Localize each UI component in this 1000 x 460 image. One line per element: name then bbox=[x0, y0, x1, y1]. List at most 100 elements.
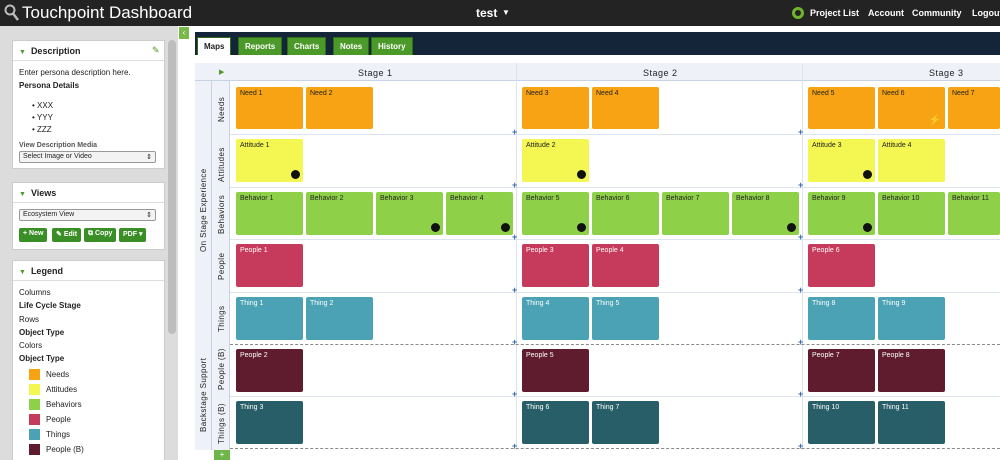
add-card-icon[interactable]: + bbox=[798, 389, 803, 399]
card-label: Behavior 4 bbox=[450, 195, 484, 202]
card-need[interactable]: Need 2 bbox=[306, 87, 373, 129]
add-card-icon[interactable]: + bbox=[798, 127, 803, 137]
add-card-icon[interactable]: + bbox=[798, 441, 803, 451]
nav-account[interactable]: Account bbox=[868, 8, 904, 18]
card-need[interactable]: Need 7 bbox=[948, 87, 1000, 129]
card-behavior[interactable]: Behavior 9 bbox=[808, 192, 875, 235]
card-label: Behavior 5 bbox=[526, 195, 560, 202]
card-people-b[interactable]: People 2 bbox=[236, 349, 303, 392]
card-attitude[interactable]: Attitude 4 bbox=[878, 139, 945, 182]
triangle-right-icon[interactable]: ▶ bbox=[219, 68, 224, 76]
card-behavior[interactable]: Behavior 6 bbox=[592, 192, 659, 235]
row-label: Things (B) bbox=[217, 403, 226, 444]
tab-charts[interactable]: Charts bbox=[287, 37, 327, 55]
card-people-b[interactable]: People 5 bbox=[522, 349, 589, 392]
project-name-dropdown[interactable]: test bbox=[476, 6, 497, 20]
media-select[interactable]: Select Image or Video ⇕ bbox=[19, 151, 156, 163]
add-card-icon[interactable]: + bbox=[512, 441, 517, 451]
row-divider bbox=[230, 187, 1000, 188]
card-thing[interactable]: Thing 4 bbox=[522, 297, 589, 340]
stage-header: Stage 1 bbox=[358, 68, 393, 78]
card-thing[interactable]: Thing 5 bbox=[592, 297, 659, 340]
add-card-icon[interactable]: + bbox=[798, 285, 803, 295]
card-thing[interactable]: Thing 1 bbox=[236, 297, 303, 340]
add-card-icon[interactable]: + bbox=[512, 180, 517, 190]
pencil-icon[interactable]: ✎ bbox=[152, 45, 160, 56]
caret-down-icon[interactable]: ▼ bbox=[502, 8, 510, 17]
card-thing[interactable]: Thing 8 bbox=[808, 297, 875, 340]
persona-details-heading: Persona Details bbox=[19, 81, 80, 90]
card-behavior[interactable]: Behavior 5 bbox=[522, 192, 589, 235]
card-attitude[interactable]: Attitude 2 bbox=[522, 139, 589, 182]
card-thing-b[interactable]: Thing 11 bbox=[878, 401, 945, 444]
card-label: Thing 9 bbox=[882, 300, 906, 307]
card-need[interactable]: Need 4 bbox=[592, 87, 659, 129]
stage-header: Stage 2 bbox=[643, 68, 678, 78]
tab-maps[interactable]: Maps bbox=[197, 37, 232, 55]
gear-icon[interactable] bbox=[792, 7, 804, 19]
card-people[interactable]: People 3 bbox=[522, 244, 589, 287]
copy-view-button[interactable]: ⧉ Copy bbox=[84, 228, 117, 242]
card-thing-b[interactable]: Thing 7 bbox=[592, 401, 659, 444]
card-thing[interactable]: Thing 2 bbox=[306, 297, 373, 340]
nav-logout[interactable]: Logout bbox=[972, 8, 1000, 18]
add-card-icon[interactable]: + bbox=[512, 389, 517, 399]
chevron-left-icon[interactable]: ‹ bbox=[179, 27, 189, 39]
edit-view-button[interactable]: ✎ Edit bbox=[52, 228, 82, 242]
card-thing[interactable]: Thing 9 bbox=[878, 297, 945, 340]
group-label: Backstage Support bbox=[199, 357, 208, 432]
card-thing-b[interactable]: Thing 6 bbox=[522, 401, 589, 444]
card-thing-b[interactable]: Thing 10 bbox=[808, 401, 875, 444]
card-label: Attitude 2 bbox=[526, 142, 556, 149]
add-card-icon[interactable]: + bbox=[512, 127, 517, 137]
card-behavior[interactable]: Behavior 7 bbox=[662, 192, 729, 235]
card-label: Attitude 1 bbox=[240, 142, 270, 149]
logo-magnifier-icon bbox=[4, 4, 19, 21]
card-attitude[interactable]: Attitude 3 bbox=[808, 139, 875, 182]
card-behavior[interactable]: Behavior 3 bbox=[376, 192, 443, 235]
tab-reports[interactable]: Reports bbox=[238, 37, 283, 55]
card-attitude[interactable]: Attitude 1 bbox=[236, 139, 303, 182]
card-label: People 2 bbox=[240, 352, 268, 359]
bullet-text: YYY bbox=[36, 113, 53, 122]
card-label: Behavior 9 bbox=[812, 195, 846, 202]
sidebar-scrollbar[interactable] bbox=[168, 40, 176, 334]
card-label: Need 6 bbox=[882, 90, 905, 97]
legend-item-label: Behaviors bbox=[46, 400, 82, 409]
card-people-b[interactable]: People 7 bbox=[808, 349, 875, 392]
card-need[interactable]: Need 3 bbox=[522, 87, 589, 129]
add-card-icon[interactable]: + bbox=[512, 337, 517, 347]
legend-header[interactable]: ▼ Legend bbox=[13, 261, 164, 281]
card-people-b[interactable]: People 8 bbox=[878, 349, 945, 392]
card-need[interactable]: Need 1 bbox=[236, 87, 303, 129]
card-label: People 3 bbox=[526, 247, 554, 254]
view-select[interactable]: Ecosystem View ⇕ bbox=[19, 209, 156, 221]
card-behavior[interactable]: Behavior 4 bbox=[446, 192, 513, 235]
card-people[interactable]: People 1 bbox=[236, 244, 303, 287]
pdf-button[interactable]: PDF ▾ bbox=[119, 228, 147, 242]
description-header[interactable]: ▼ Description bbox=[13, 41, 164, 61]
card-need[interactable]: Need 6 ⚡ bbox=[878, 87, 945, 129]
card-need[interactable]: Need 5 bbox=[808, 87, 875, 129]
nav-project-list[interactable]: Project List bbox=[810, 8, 859, 18]
card-people[interactable]: People 6 bbox=[808, 244, 875, 287]
card-label: Behavior 6 bbox=[596, 195, 630, 202]
nav-community[interactable]: Community bbox=[912, 8, 962, 18]
card-behavior[interactable]: Behavior 1 bbox=[236, 192, 303, 235]
card-people[interactable]: People 4 bbox=[592, 244, 659, 287]
add-row-button[interactable]: + bbox=[214, 450, 230, 460]
tab-notes[interactable]: Notes bbox=[333, 37, 370, 55]
new-view-button[interactable]: + New bbox=[19, 228, 48, 242]
add-card-icon[interactable]: + bbox=[512, 285, 517, 295]
views-header[interactable]: ▼ Views bbox=[13, 183, 164, 203]
legend-swatch bbox=[29, 414, 40, 425]
tab-history[interactable]: History bbox=[371, 37, 413, 55]
card-behavior[interactable]: Behavior 8 bbox=[732, 192, 799, 235]
card-thing-b[interactable]: Thing 3 bbox=[236, 401, 303, 444]
add-card-icon[interactable]: + bbox=[798, 337, 803, 347]
card-label: People 7 bbox=[812, 352, 840, 359]
card-behavior[interactable]: Behavior 2 bbox=[306, 192, 373, 235]
add-card-icon[interactable]: + bbox=[798, 180, 803, 190]
card-behavior[interactable]: Behavior 11 bbox=[948, 192, 1000, 235]
card-behavior[interactable]: Behavior 10 bbox=[878, 192, 945, 235]
